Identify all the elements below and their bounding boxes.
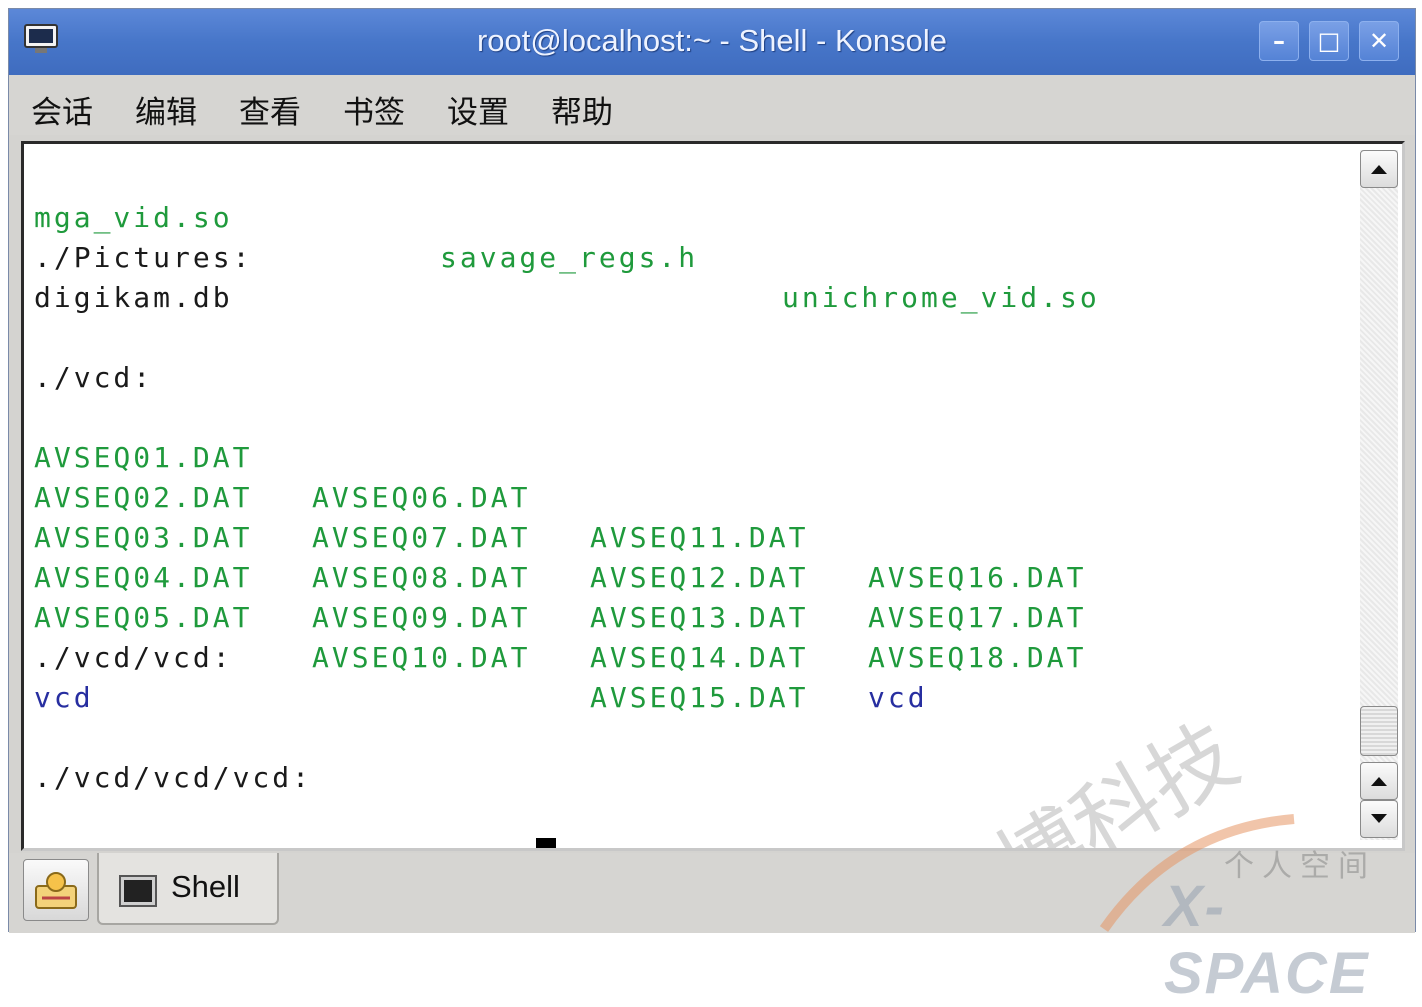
file-entry: AVSEQ09.DAT xyxy=(312,601,531,634)
vertical-scrollbar[interactable] xyxy=(1360,150,1398,840)
scroll-up-arrow-icon xyxy=(1371,165,1387,174)
window-title: root@localhost:~ - Shell - Konsole xyxy=(476,23,947,58)
close-icon: ✕ xyxy=(1368,27,1390,55)
terminal-line: AVSEQ04.DAT AVSEQ09.DAT AVSEQ14.DAT vcd xyxy=(34,518,925,714)
scroll-up-button-lower[interactable] xyxy=(1360,762,1398,800)
close-button[interactable]: ✕ xyxy=(1359,21,1399,61)
menu-session[interactable]: 会话 xyxy=(31,87,93,132)
file-entry: digikam.db xyxy=(34,281,233,314)
menu-view[interactable]: 查看 xyxy=(239,87,301,132)
file-entry: AVSEQ16.DAT xyxy=(868,561,1087,594)
menu-help[interactable]: 帮助 xyxy=(551,87,613,132)
shell-prompt[interactable]: [root@localhost ~]# xyxy=(34,798,557,848)
konsole-window: root@localhost:~ - Shell - Konsole – □ ✕… xyxy=(8,8,1416,1006)
terminal-tab-icon xyxy=(119,875,157,907)
maximize-button[interactable]: □ xyxy=(1309,21,1349,61)
file-entry: unichrome_vid.so xyxy=(782,281,1100,314)
file-entry: AVSEQ15.DAT xyxy=(590,681,809,714)
new-session-button[interactable] xyxy=(23,859,89,921)
dir-header: ./Pictures: xyxy=(34,241,253,274)
terminal-line: mga_vid.so savage_regs.h unichrome_vid.s… xyxy=(34,158,1097,314)
file-entry: AVSEQ12.DAT xyxy=(590,561,809,594)
logo-english-text: X-SPACE xyxy=(1164,874,1370,1006)
file-entry: AVSEQ10.DAT xyxy=(312,641,531,674)
file-entry: AVSEQ05.DAT xyxy=(34,601,253,634)
file-entry: AVSEQ17.DAT xyxy=(868,601,1087,634)
file-entry: AVSEQ11.DAT xyxy=(590,521,809,554)
menu-settings[interactable]: 设置 xyxy=(447,87,509,132)
scroll-up-arrow-icon xyxy=(1371,777,1387,786)
menu-bookmarks[interactable]: 书签 xyxy=(343,87,405,132)
file-entry: AVSEQ06.DAT xyxy=(312,481,531,514)
file-entry: AVSEQ14.DAT xyxy=(590,641,809,674)
terminal-area[interactable]: mga_vid.so savage_regs.h unichrome_vid.s… xyxy=(21,141,1405,851)
text-cursor xyxy=(536,838,557,848)
file-entry: savage_regs.h xyxy=(440,241,699,274)
directory-entry: vcd xyxy=(868,681,928,714)
dir-header: ./vcd/vcd: xyxy=(34,641,233,674)
scroll-up-button[interactable] xyxy=(1360,150,1398,188)
file-entry: AVSEQ13.DAT xyxy=(590,601,809,634)
file-entry: AVSEQ07.DAT xyxy=(312,521,531,554)
file-entry: mga_vid.so xyxy=(34,201,233,234)
terminal-line: AVSEQ02.DAT AVSEQ07.DAT AVSEQ12.DAT AVSE… xyxy=(34,438,1083,634)
menu-bar: 会话 编辑 查看 书签 设置 帮助 xyxy=(9,75,1415,135)
file-entry: AVSEQ18.DAT xyxy=(868,641,1087,674)
new-session-icon xyxy=(35,872,77,909)
terminal-line: AVSEQ03.DAT AVSEQ08.DAT AVSEQ13.DAT AVSE… xyxy=(34,478,1083,674)
title-bar[interactable]: root@localhost:~ - Shell - Konsole – □ ✕ xyxy=(9,9,1415,75)
tab-label: Shell xyxy=(171,869,240,904)
directory-entry: vcd xyxy=(34,681,94,714)
terminal-line: AVSEQ01.DAT AVSEQ06.DAT AVSEQ11.DAT AVSE… xyxy=(34,398,1083,594)
scrollbar-thumb[interactable] xyxy=(1360,706,1398,756)
dir-header: ./vcd: xyxy=(34,361,154,394)
tab-shell[interactable]: Shell xyxy=(97,853,279,925)
menu-edit[interactable]: 编辑 xyxy=(135,87,197,132)
minimize-icon: – xyxy=(1273,27,1285,55)
minimize-button[interactable]: – xyxy=(1259,21,1299,61)
file-entry: AVSEQ08.DAT xyxy=(312,561,531,594)
prompt-text: [root@localhost ~]# xyxy=(153,843,530,848)
dir-header: ./vcd/vcd/vcd: xyxy=(34,761,313,794)
terminal-line: AVSEQ05.DAT AVSEQ10.DAT AVSEQ15.DAT xyxy=(34,558,805,714)
xspace-logo: 个人空间 X-SPACE xyxy=(1094,799,1414,1006)
maximize-icon: □ xyxy=(1317,27,1341,55)
